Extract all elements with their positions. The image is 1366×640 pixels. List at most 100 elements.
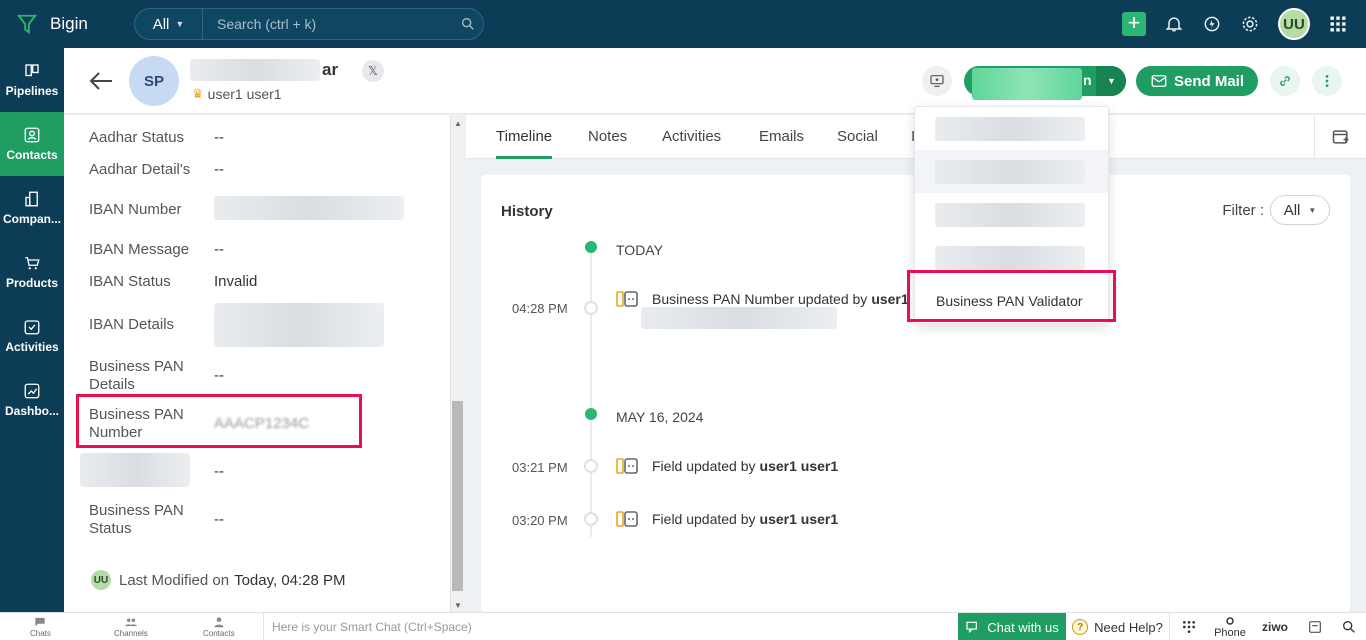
redacted-name <box>190 59 320 81</box>
timeline-entry[interactable]: Field updated by user1 user1 <box>616 510 838 528</box>
nav-label: Products <box>5 276 58 290</box>
filter-select[interactable]: All ▼ <box>1270 195 1330 225</box>
activities-icon <box>24 320 40 335</box>
dropdown-item[interactable] <box>915 150 1108 193</box>
contact-avatar: SP <box>129 56 179 106</box>
settings-icon[interactable] <box>1240 14 1260 34</box>
contact-person-icon <box>214 617 224 628</box>
brand[interactable]: Bigin <box>0 13 130 35</box>
chat-icon <box>35 617 46 627</box>
nav-label: Pipelines <box>5 84 59 98</box>
upgrade-icon[interactable] <box>1202 14 1222 34</box>
scroll-down-icon[interactable]: ▼ <box>454 601 462 610</box>
entry-text: Business PAN Number updated by <box>652 291 868 307</box>
entry-marker <box>584 512 598 526</box>
search-scope-select[interactable]: All ▼ <box>135 9 203 39</box>
last-modified: UU Last Modified on Today, 04:28 PM <box>91 570 346 590</box>
bottom-search-icon[interactable] <box>1334 613 1364 640</box>
field-value[interactable]: -- <box>214 367 224 394</box>
modifier-avatar: UU <box>91 570 111 590</box>
screen-icon[interactable] <box>922 66 952 96</box>
field-value[interactable]: -- <box>214 161 224 179</box>
send-mail-button[interactable]: Send Mail <box>1136 66 1258 96</box>
smart-chat-input[interactable]: Here is your Smart Chat (Ctrl+Space) <box>263 613 958 640</box>
entry-user[interactable]: user1 <box>871 291 908 307</box>
timeline-entry[interactable]: Business PAN Number updated by user1 <box>616 290 909 308</box>
entry-user[interactable]: user1 user1 <box>760 458 839 474</box>
notes-icon[interactable] <box>1300 613 1330 640</box>
field-label: Business PAN Status <box>89 502 184 537</box>
nav-label: Contacts <box>6 148 58 162</box>
link-icon[interactable] <box>1270 66 1300 96</box>
chat-with-us-button[interactable]: Chat with us <box>958 613 1066 640</box>
details-scrollbar[interactable]: ▲ ▼ <box>450 115 464 612</box>
redacted-button-label <box>972 68 1082 100</box>
nav-item-pipelines[interactable]: Pipelines <box>0 48 64 112</box>
bottom-channels-label: Channels <box>114 629 148 638</box>
tab-activities[interactable]: Activities <box>662 115 721 159</box>
app-grid-icon[interactable] <box>1328 14 1348 34</box>
field-label: IBAN Details <box>89 316 175 333</box>
tab-emails[interactable]: Emails <box>759 115 804 159</box>
timeline-line <box>590 247 592 537</box>
contacts-icon <box>24 127 40 143</box>
need-help-label: Need Help? <box>1094 619 1163 635</box>
field-row: IBAN Number <box>89 196 449 220</box>
bottom-contacts[interactable]: Contacts <box>203 615 235 638</box>
field-value[interactable]: AAACP1234C <box>214 415 309 442</box>
tab-social[interactable]: Social <box>837 115 878 159</box>
bottom-chats[interactable]: Chats <box>30 615 51 638</box>
field-value[interactable]: -- <box>214 511 224 538</box>
x-social-icon[interactable]: 𝕏 <box>362 60 384 82</box>
nav-item-products[interactable]: Products <box>0 240 64 304</box>
day-label: MAY 16, 2024 <box>616 409 704 425</box>
dropdown-item[interactable] <box>915 193 1108 236</box>
nav-item-dashboards[interactable]: Dashbo... <box>0 368 64 432</box>
redacted-entry-detail <box>641 307 837 329</box>
bottom-channels[interactable]: Channels <box>114 615 148 638</box>
field-value[interactable]: -- <box>214 241 224 259</box>
scrollbar-thumb[interactable] <box>452 401 463 591</box>
field-row: -- <box>80 453 440 487</box>
field-update-icon <box>616 458 638 474</box>
contact-owner[interactable]: ♛ user1 user1 <box>192 86 282 102</box>
field-value[interactable]: -- <box>214 129 224 147</box>
field-value[interactable]: -- <box>214 463 224 487</box>
back-arrow-icon[interactable] <box>88 70 114 92</box>
phone-button[interactable]: Phone <box>1208 613 1252 640</box>
primary-split-button[interactable]: n ▼ <box>964 66 1126 100</box>
dropdown-item[interactable] <box>915 107 1108 150</box>
more-options-icon[interactable] <box>1312 66 1342 96</box>
quick-create-button[interactable]: + <box>1122 12 1146 36</box>
chevron-down-icon[interactable]: ▼ <box>1096 66 1126 96</box>
dropdown-item[interactable] <box>915 236 1108 279</box>
customize-tabs-icon[interactable] <box>1314 115 1366 159</box>
history-title: History <box>501 203 553 220</box>
redacted-value[interactable] <box>214 303 384 347</box>
redacted-value[interactable] <box>214 196 404 220</box>
ziwo-logo[interactable]: ziwo <box>1256 613 1294 640</box>
timeline-entry[interactable]: Field updated by user1 user1 <box>616 457 838 475</box>
chevron-down-icon: ▼ <box>175 19 185 29</box>
tab-notes[interactable]: Notes <box>588 115 627 159</box>
scroll-up-icon[interactable]: ▲ <box>454 119 462 128</box>
search-input[interactable] <box>203 16 453 32</box>
nav-item-activities[interactable]: Activities <box>0 304 64 368</box>
dropdown-item-business-pan-validator[interactable]: Business PAN Validator <box>936 293 1083 309</box>
gear-icon <box>1226 617 1234 625</box>
contact-details-panel: Aadhar Status -- Aadhar Detail's -- IBAN N… <box>64 115 450 612</box>
redacted-item <box>935 160 1085 184</box>
search-icon[interactable] <box>453 16 483 32</box>
field-label: Aadhar Status <box>89 129 185 146</box>
need-help-button[interactable]: ? Need Help? <box>1066 613 1170 640</box>
field-label: Business PAN Details <box>89 358 184 393</box>
entry-user[interactable]: user1 user1 <box>760 511 839 527</box>
channels-icon <box>125 618 137 627</box>
tab-timeline[interactable]: Timeline <box>496 115 553 159</box>
bell-icon[interactable] <box>1164 14 1184 34</box>
field-value[interactable]: Invalid <box>214 273 257 291</box>
nav-item-companies[interactable]: Compan... <box>0 176 64 240</box>
user-avatar[interactable]: UU <box>1278 8 1310 40</box>
dialpad-icon[interactable] <box>1172 613 1206 640</box>
nav-item-contacts[interactable]: Contacts <box>0 112 64 176</box>
